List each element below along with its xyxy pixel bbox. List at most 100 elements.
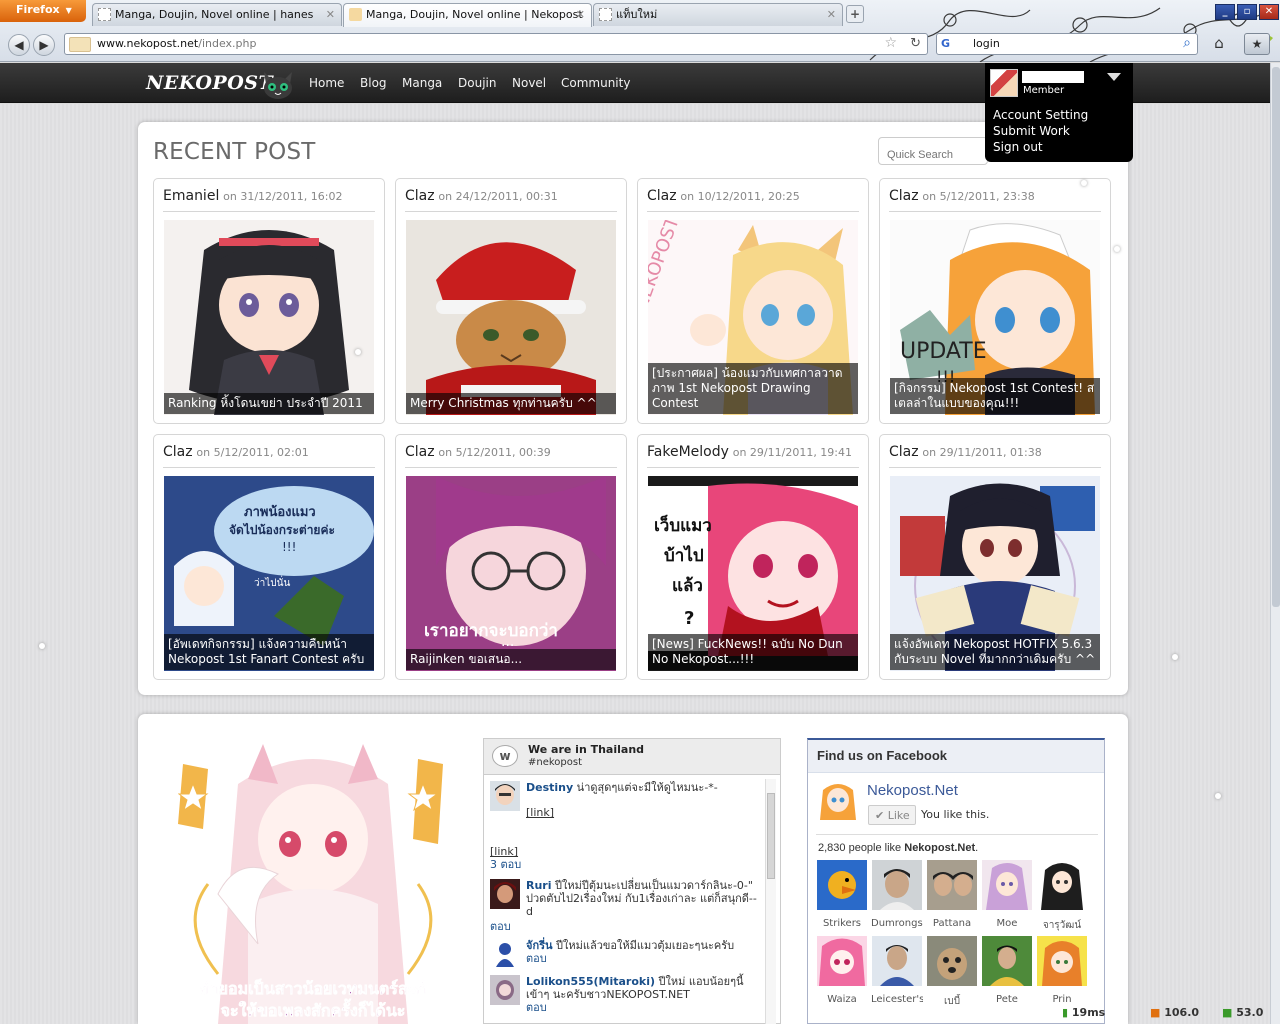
anime-girl-banner[interactable]: ถ้ายอมเป็นสาวน้อยเวทมนตร์ละก็ จะให้ขอเพล…	[178, 744, 448, 1024]
post-author[interactable]: Claz	[647, 188, 677, 204]
fan-name[interactable]: เบบี้	[926, 994, 978, 1009]
avatar[interactable]	[490, 939, 520, 969]
fan-name[interactable]: Moe	[981, 918, 1033, 929]
fan-item[interactable]: Moe	[981, 860, 1033, 929]
post-author[interactable]: Claz	[163, 444, 193, 460]
scrollbar-thumb[interactable]	[767, 793, 775, 879]
tweet-author[interactable]: Ruri	[526, 879, 552, 892]
fan-name[interactable]: Leicester's	[871, 994, 923, 1005]
tweet-reply-link[interactable]: ตอบ	[526, 952, 547, 965]
minimize-button[interactable]: _	[1215, 4, 1235, 20]
post-caption[interactable]: [กิจกรรม] Nekopost 1st Contest! สเตลล่าใ…	[890, 378, 1100, 414]
google-engine-icon[interactable]: G	[941, 37, 957, 52]
fan-item[interactable]: Prin	[1036, 936, 1088, 1005]
fan-item[interactable]: จารุวัฒน์	[1036, 860, 1088, 933]
post-author[interactable]: Claz	[405, 444, 435, 460]
fan-avatar[interactable]	[1037, 936, 1087, 986]
fan-name[interactable]: Pattana	[926, 918, 978, 929]
close-tab-icon[interactable]: ✕	[827, 4, 836, 25]
facebook-like-button[interactable]: ✔ Like	[868, 805, 916, 825]
fan-item[interactable]: Leicester's	[871, 936, 923, 1005]
new-tab-button[interactable]: +	[846, 5, 864, 23]
post-card[interactable]: Claz on 5/12/2011, 00:39 เราอยากจะบอกว่า…	[395, 434, 627, 680]
post-card[interactable]: Claz on 5/12/2011, 23:38 UPDATE !!! [กิจ…	[879, 178, 1111, 424]
avatar[interactable]	[490, 781, 520, 811]
url-text[interactable]: www.nekopost.net/index.php	[97, 37, 256, 50]
close-tab-icon[interactable]: ✕	[326, 4, 335, 25]
post-caption[interactable]: Ranking หิ้งโดนเขย่า ประจำปี 2011	[164, 393, 374, 414]
forward-button[interactable]: ▶	[33, 34, 55, 56]
post-author[interactable]: FakeMelody	[647, 444, 729, 460]
post-caption[interactable]: [อัพเดทกิจกรรม] แจ้งความคืบหน้า Nekopost…	[164, 634, 374, 670]
fan-item[interactable]: เบบี้	[926, 936, 978, 1009]
post-caption[interactable]: Merry Christmas ทุกท่านครับ ^^	[406, 393, 616, 414]
quick-search-input[interactable]	[878, 137, 988, 165]
post-caption[interactable]: แจ้งอัพเดท Nekopost HOTFIX 5.6.3 กับระบบ…	[890, 634, 1100, 670]
fan-avatar[interactable]	[1037, 860, 1087, 910]
fan-avatar[interactable]	[982, 936, 1032, 986]
fan-name[interactable]: Strikers	[816, 918, 868, 929]
like-count-page[interactable]: Nekopost.Net	[904, 842, 975, 854]
post-caption[interactable]: [ประกาศผล] น้องแมวกับเทศกาลวาดภาพ 1st Ne…	[648, 363, 858, 414]
reload-icon[interactable]: ↻	[910, 36, 921, 51]
scrollbar-thumb[interactable]	[1272, 67, 1280, 607]
fan-item[interactable]: Strikers	[816, 860, 868, 929]
post-card[interactable]: Claz on 10/12/2011, 20:25 NEKOPOST [ประก…	[637, 178, 869, 424]
post-thumbnail[interactable]: เราอยากจะบอกว่า ...	[406, 476, 616, 671]
tweet-link[interactable]: [link]	[490, 845, 518, 858]
post-thumbnail[interactable]	[164, 220, 374, 415]
fan-name[interactable]: Waiza	[816, 994, 868, 1005]
nav-doujin[interactable]: Doujin	[458, 76, 496, 90]
post-card[interactable]: Emaniel on 31/12/2011, 16:02 Ranking หิ้…	[153, 178, 385, 424]
tab-hanes[interactable]: Manga, Doujin, Novel online | hanes ✕	[92, 3, 342, 26]
fan-name[interactable]: Pete	[981, 994, 1033, 1005]
nav-blog[interactable]: Blog	[360, 76, 387, 90]
search-bar-value[interactable]: login	[973, 37, 1000, 50]
home-icon[interactable]: ⌂	[1208, 34, 1230, 54]
fan-avatar[interactable]	[872, 860, 922, 910]
twitter-scrollbar[interactable]	[765, 779, 776, 1024]
post-card[interactable]: FakeMelody on 29/11/2011, 19:41 เว็บแมว …	[637, 434, 869, 680]
nav-home[interactable]: Home	[309, 76, 344, 90]
fan-avatar[interactable]	[817, 860, 867, 910]
fan-item[interactable]: Waiza	[816, 936, 868, 1005]
facebook-page-avatar[interactable]	[818, 780, 858, 820]
tab-new[interactable]: แท็บใหม่ ✕	[593, 3, 843, 26]
tab-nekopost[interactable]: Manga, Doujin, Novel online | Nekopost ✕	[343, 3, 592, 27]
facebook-page-name[interactable]: Nekopost.Net	[867, 782, 958, 799]
avatar[interactable]	[490, 879, 520, 909]
post-author[interactable]: Claz	[889, 188, 919, 204]
fan-name[interactable]: Dumrongsa	[871, 918, 923, 929]
tweet-reply-count[interactable]: 3 ตอบ	[490, 858, 521, 871]
bookmarks-menu-button[interactable]: ★	[1244, 33, 1270, 55]
search-icon[interactable]: ⌕	[1183, 35, 1191, 51]
nav-community[interactable]: Community	[561, 76, 630, 90]
avatar[interactable]	[990, 69, 1018, 97]
chevron-down-icon[interactable]	[1107, 73, 1121, 81]
fan-avatar[interactable]	[817, 936, 867, 986]
post-author[interactable]: Claz	[889, 444, 919, 460]
fan-name[interactable]: จารุวัฒน์	[1036, 918, 1088, 933]
post-author[interactable]: Claz	[405, 188, 435, 204]
fan-name[interactable]: Prin	[1036, 994, 1088, 1005]
tweet-author[interactable]: จักรี่น	[526, 939, 553, 952]
url-bar[interactable]: www.nekopost.net/index.php ☆ ↻	[64, 33, 928, 55]
post-card[interactable]: Claz on 29/11/2011, 01:38 แจ้งอัพเดท Nek…	[879, 434, 1111, 680]
site-identity-icon[interactable]	[69, 37, 91, 52]
back-button[interactable]: ◀	[8, 34, 30, 56]
search-bar[interactable]: G login ⌕	[936, 33, 1198, 55]
fan-item[interactable]: Pete	[981, 936, 1033, 1005]
avatar[interactable]	[490, 975, 520, 1005]
close-tab-icon[interactable]: ✕	[576, 4, 585, 25]
post-author[interactable]: Emaniel	[163, 188, 219, 204]
sign-out-link[interactable]: Sign out	[993, 140, 1043, 154]
fan-item[interactable]: Dumrongsa	[871, 860, 923, 929]
post-caption[interactable]: [News] FuckNews!! ฉบับ No Dun No Nekopos…	[648, 634, 858, 670]
tweet-author[interactable]: Lolikon555(Mitaroki)	[526, 975, 655, 988]
fan-avatar[interactable]	[927, 860, 977, 910]
fan-avatar[interactable]	[982, 860, 1032, 910]
post-thumbnail[interactable]	[406, 220, 616, 415]
twitter-hashtag[interactable]: #nekopost	[528, 757, 582, 768]
account-setting-link[interactable]: Account Setting	[993, 108, 1088, 122]
tweet-reply-link[interactable]: ตอบ	[526, 1001, 547, 1014]
